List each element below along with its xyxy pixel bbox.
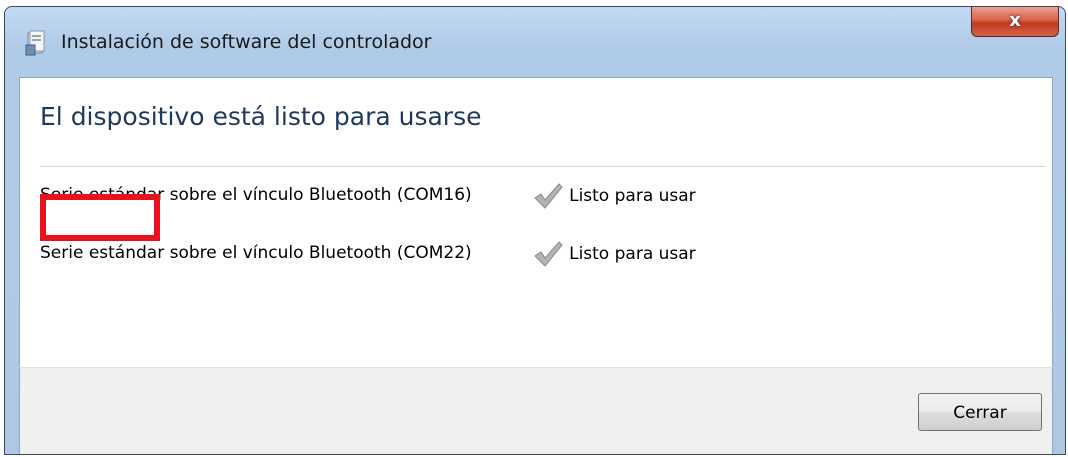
device-row: Serie estándar sobre el vínculo Bluetoot… <box>40 182 1040 242</box>
status-label: Listo para usar <box>569 186 696 206</box>
close-icon: x <box>1009 10 1021 31</box>
device-status: Listo para usar <box>532 182 696 210</box>
divider <box>40 166 1046 167</box>
title-bar[interactable]: Instalación de software del controlador … <box>5 7 1065 77</box>
close-button[interactable]: Cerrar <box>918 393 1042 431</box>
page-title: El dispositivo está listo para usarse <box>40 102 482 131</box>
status-label: Listo para usar <box>569 244 696 264</box>
driver-install-icon <box>25 29 47 57</box>
window-title: Instalación de software del controlador <box>61 31 432 53</box>
device-name: Serie estándar sobre el vínculo Bluetoot… <box>40 185 472 205</box>
device-row: Serie estándar sobre el vínculo Bluetoot… <box>40 240 1040 300</box>
button-bar: Cerrar <box>19 367 1053 454</box>
dialog-window: Instalación de software del controlador … <box>4 6 1066 455</box>
device-status: Listo para usar <box>532 240 696 268</box>
content-panel: El dispositivo está listo para usarse Se… <box>19 77 1053 367</box>
checkmark-icon <box>532 182 564 210</box>
checkmark-icon <box>532 240 564 268</box>
close-window-button[interactable]: x <box>971 7 1059 37</box>
device-name: Serie estándar sobre el vínculo Bluetoot… <box>40 243 472 263</box>
